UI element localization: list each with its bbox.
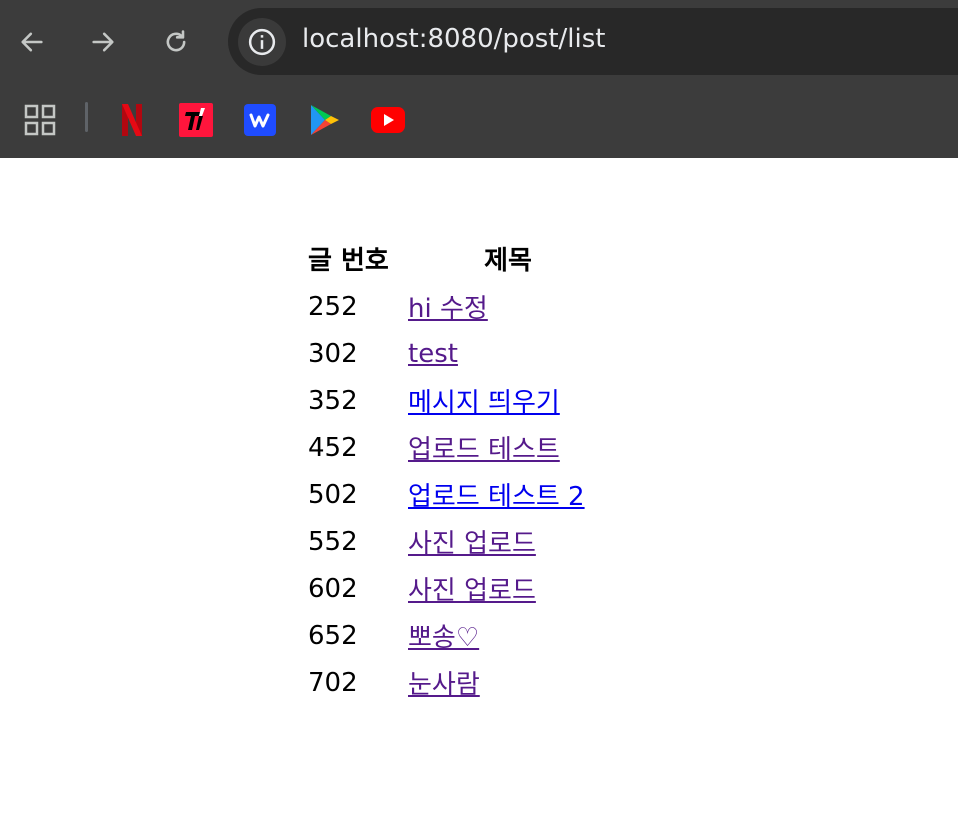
post-number: 252 (308, 291, 358, 322)
post-list-table: 글 번호 제목 252 hi 수정 302 test 352 메시지 띄우기 452 업로드 … (306, 238, 708, 706)
forward-button[interactable] (83, 22, 123, 62)
bookmarks-separator (85, 102, 88, 132)
bookmark-wavve[interactable] (240, 100, 280, 140)
post-title-link[interactable]: 뽀송♡ (408, 623, 479, 653)
post-title-link[interactable]: 사진 업로드 (408, 529, 536, 559)
google-play-icon (311, 105, 339, 135)
table-row: 502 업로드 테스트 2 (306, 471, 708, 518)
wavve-icon (244, 104, 276, 136)
browser-chrome: localhost:8080/post/list (0, 0, 958, 158)
post-number: 602 (308, 573, 358, 604)
post-number: 652 (308, 620, 358, 651)
post-number: 702 (308, 667, 358, 698)
arrow-left-icon (21, 32, 43, 52)
bookmark-google-play[interactable] (304, 100, 344, 140)
post-number: 352 (308, 385, 358, 416)
post-title-link[interactable]: 눈사람 (408, 670, 480, 700)
post-title-cell: 사진 업로드 (406, 565, 708, 612)
post-title-cell: 업로드 테스트 2 (406, 471, 708, 518)
netflix-icon (122, 104, 142, 136)
post-title-cell: 뽀송♡ (406, 612, 708, 659)
header-post-title: 제목 (484, 246, 532, 276)
table-row: 702 눈사람 (306, 659, 708, 706)
table-row: 602 사진 업로드 (306, 565, 708, 612)
post-title-cell: 사진 업로드 (406, 518, 708, 565)
back-button[interactable] (12, 22, 52, 62)
bookmark-youtube[interactable] (368, 100, 408, 140)
page-content: 글 번호 제목 252 hi 수정 302 test 352 메시지 띄우기 452 업로드 … (0, 158, 958, 822)
reload-icon (166, 30, 186, 52)
post-title-cell: 눈사람 (406, 659, 708, 706)
address-bar[interactable]: localhost:8080/post/list (228, 8, 958, 75)
post-number: 452 (308, 432, 358, 463)
post-number: 552 (308, 526, 358, 557)
post-title-link[interactable]: 사진 업로드 (408, 576, 536, 606)
url-text[interactable]: localhost:8080/post/list (302, 24, 606, 54)
info-icon (248, 28, 276, 56)
post-title-link[interactable]: 업로드 테스트 (408, 435, 560, 465)
post-title-link[interactable]: 업로드 테스트 2 (408, 482, 585, 512)
post-title-link[interactable]: 메시지 띄우기 (408, 388, 560, 418)
youtube-icon (371, 107, 405, 133)
table-row: 552 사진 업로드 (306, 518, 708, 565)
post-title-link[interactable]: hi 수정 (408, 294, 488, 324)
post-list-body: 252 hi 수정 302 test 352 메시지 띄우기 452 업로드 테스트 502 업로… (306, 283, 708, 706)
table-row: 452 업로드 테스트 (306, 424, 708, 471)
post-number: 302 (308, 338, 358, 369)
post-title-cell: hi 수정 (406, 283, 708, 330)
post-number: 502 (308, 479, 358, 510)
post-title-link[interactable]: test (408, 339, 458, 369)
table-row: 302 test (306, 330, 708, 377)
site-info-button[interactable] (238, 18, 286, 66)
header-post-number: 글 번호 (308, 246, 389, 276)
post-title-cell: test (406, 330, 708, 377)
table-row: 652 뽀송♡ (306, 612, 708, 659)
bookmarks-bar (0, 84, 958, 158)
post-title-cell: 메시지 띄우기 (406, 377, 708, 424)
table-row: 352 메시지 띄우기 (306, 377, 708, 424)
tving-icon (179, 103, 213, 137)
bookmark-netflix[interactable] (112, 100, 152, 140)
post-title-cell: 업로드 테스트 (406, 424, 708, 471)
arrow-right-icon (92, 32, 114, 52)
reload-button[interactable] (156, 22, 196, 62)
apps-shortcut[interactable] (20, 100, 60, 140)
table-row: 252 hi 수정 (306, 283, 708, 330)
bookmark-tving[interactable] (176, 100, 216, 140)
browser-toolbar: localhost:8080/post/list (0, 0, 958, 84)
apps-grid-icon (24, 104, 56, 136)
table-header-row: 글 번호 제목 (306, 238, 708, 283)
